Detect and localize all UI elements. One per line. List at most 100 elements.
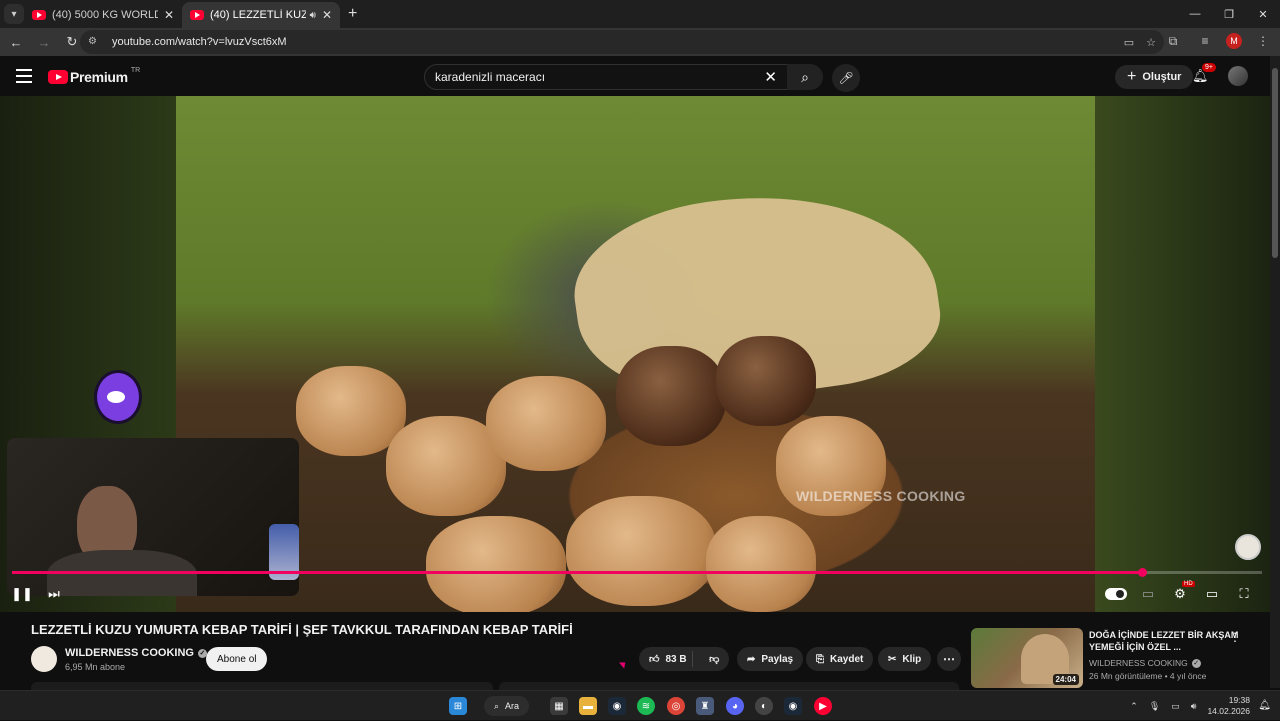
clear-search-icon[interactable]: ✕: [764, 68, 777, 86]
kebab-piece: [716, 336, 816, 426]
recommended-video[interactable]: 24:04 DOĞA İÇİNDE LEZZET BİR AKŞAM YEMEĞ…: [971, 628, 1261, 688]
youtube-app-icon[interactable]: ▶: [814, 697, 832, 715]
url-text[interactable]: youtube.com/watch?v=lvuzVsct6xM: [112, 36, 287, 48]
microphone-icon[interactable]: 🎙︎: [1149, 701, 1160, 712]
hamburger-menu-icon[interactable]: [16, 69, 32, 83]
browser-tab-1[interactable]: (40) 5000 KG WORLD BIGGEST ✕: [24, 2, 182, 28]
chrome-icon[interactable]: ◎: [667, 697, 685, 715]
create-button[interactable]: + Oluştur: [1115, 65, 1194, 89]
thumbs-up-icon: 👍︎: [649, 654, 660, 665]
browser-tab-2[interactable]: (40) LEZZETLİ KUZU YUMURT 🔊︎ ✕: [182, 2, 340, 28]
page-scrollbar[interactable]: [1270, 56, 1280, 688]
comments-box[interactable]: [499, 682, 959, 690]
subscribe-button[interactable]: Abone ol: [206, 647, 268, 671]
close-tab-icon[interactable]: ✕: [322, 8, 332, 22]
game-app-icon[interactable]: ♜: [696, 697, 714, 715]
bookmark-star-icon[interactable]: ☆: [1146, 36, 1156, 49]
kebab-piece: [616, 346, 726, 446]
mouse-cursor-icon: [619, 659, 628, 669]
clip-button[interactable]: ✂︎ Klip: [878, 647, 932, 671]
autoplay-toggle[interactable]: [1104, 584, 1128, 604]
dislike-button[interactable]: 👎︎: [699, 653, 729, 665]
notification-count-badge: 9+: [1202, 63, 1216, 72]
close-window-icon[interactable]: ✕: [1246, 0, 1280, 28]
recommended-title[interactable]: DOĞA İÇİNDE LEZZET BİR AKŞAM YEMEĞİ İÇİN…: [1089, 629, 1239, 653]
extensions-icon[interactable]: ⧉: [1162, 30, 1184, 52]
minimize-icon[interactable]: —: [1178, 0, 1212, 28]
spotify-icon[interactable]: ≋: [637, 697, 655, 715]
channel-watermark-badge[interactable]: [1235, 534, 1261, 560]
youtube-masthead: Premium TR karadenizli maceracı ✕ ⌕ 🎤︎ +…: [0, 56, 1270, 96]
new-tab-icon[interactable]: +: [348, 5, 357, 23]
clock[interactable]: 19:38 14.02.2026: [1207, 695, 1250, 717]
notification-center-icon[interactable]: 🔔︎: [1258, 700, 1271, 711]
channel-avatar[interactable]: [31, 646, 57, 672]
reading-list-icon[interactable]: ≡: [1194, 30, 1216, 52]
video-title: LEZZETLİ KUZU YUMURTA KEBAP TARİFİ | ŞEF…: [31, 622, 573, 637]
forward-arrow-icon[interactable]: →: [32, 30, 56, 54]
recommended-channel[interactable]: WILDERNESS COOKING ✓: [1089, 658, 1201, 669]
voice-search-mic-icon[interactable]: 🎤︎: [832, 64, 860, 92]
search-input[interactable]: karadenizli maceracı ✕: [424, 64, 788, 90]
theater-mode-icon[interactable]: ▭: [1202, 584, 1222, 604]
notifications-bell-icon[interactable]: 🔔︎ 9+: [1192, 63, 1216, 84]
discord-icon[interactable]: ◕: [726, 697, 744, 715]
logo-region: TR: [130, 66, 141, 74]
description-box[interactable]: [31, 682, 493, 690]
file-explorer-icon[interactable]: ▬: [579, 697, 597, 715]
store-icon[interactable]: ▦: [550, 697, 568, 715]
network-icon[interactable]: ▭: [1171, 701, 1180, 712]
address-bar[interactable]: ⚙︎ youtube.com/watch?v=lvuzVsct6xM ▭ ☆: [80, 30, 1164, 54]
volume-icon[interactable]: 🔊︎: [1191, 701, 1197, 712]
window-controls: — ❐ ✕: [1178, 0, 1280, 28]
share-button[interactable]: ➦ Paylaş: [737, 647, 804, 671]
logo-word: Premium: [70, 69, 128, 85]
steam-icon[interactable]: ◉: [608, 697, 626, 715]
verified-check-icon: ✓: [1191, 659, 1201, 669]
channel-name-text[interactable]: WILDERNESS COOKING: [65, 647, 194, 659]
speaker-icon[interactable]: 🔊︎: [310, 10, 316, 21]
scrollbar-thumb[interactable]: [1272, 68, 1278, 258]
youtube-favicon-icon: [190, 10, 204, 20]
windows-start-icon[interactable]: ⊞: [449, 697, 467, 715]
video-player[interactable]: WILDERNESS COOKING ❚❚ ⏭︎ ▭ ⚙︎ HD ▭ ⛶: [0, 96, 1270, 612]
cast-icon[interactable]: ▭: [1124, 36, 1134, 49]
video-frame[interactable]: [176, 96, 1095, 612]
recommended-menu-icon[interactable]: ⋮: [1229, 630, 1241, 644]
taskbar-search[interactable]: ⌕ Ara: [484, 696, 530, 716]
account-avatar[interactable]: [1228, 66, 1248, 86]
search-query[interactable]: karadenizli maceracı: [435, 70, 545, 84]
restore-icon[interactable]: ❐: [1212, 0, 1246, 28]
chrome-menu-icon[interactable]: ⋮: [1252, 30, 1274, 52]
tab-search-menu-icon[interactable]: ▾: [4, 4, 24, 24]
profile-avatar-icon[interactable]: M: [1226, 33, 1242, 49]
steam-2-icon[interactable]: ◉: [784, 697, 802, 715]
player-controls: ❚❚ ⏭︎ ▭ ⚙︎ HD ▭ ⛶: [0, 581, 1270, 606]
fullscreen-icon[interactable]: ⛶: [1234, 584, 1254, 604]
save-button[interactable]: ⎘ Kaydet: [806, 647, 874, 671]
search-button[interactable]: ⌕: [787, 64, 823, 90]
clock-time: 19:38: [1228, 695, 1250, 705]
recommended-channel-text[interactable]: WILDERNESS COOKING: [1089, 658, 1188, 668]
settings-gear-icon[interactable]: ⚙︎ HD: [1170, 581, 1195, 604]
share-label: Paylaş: [761, 653, 794, 665]
next-icon[interactable]: ⏭︎: [46, 584, 62, 604]
like-button[interactable]: 👍︎ 83 B: [639, 651, 694, 667]
app-icon[interactable]: ◐: [755, 697, 773, 715]
create-label: Oluştur: [1142, 71, 1182, 83]
close-tab-icon[interactable]: ✕: [164, 8, 174, 22]
youtube-play-logo-icon: [48, 70, 68, 84]
seek-bar[interactable]: [12, 568, 1262, 577]
youtube-logo[interactable]: Premium TR: [48, 66, 141, 85]
pause-icon[interactable]: ❚❚: [11, 584, 33, 604]
seek-bar-scrubber[interactable]: [1138, 568, 1147, 577]
more-actions-icon[interactable]: ⋯: [937, 647, 961, 671]
back-arrow-icon[interactable]: ←: [4, 30, 28, 54]
tray-chevron-icon[interactable]: ⌃: [1130, 701, 1138, 712]
site-info-icon[interactable]: ⚙︎: [88, 36, 102, 48]
clock-date: 14.02.2026: [1207, 706, 1250, 716]
recommended-thumbnail[interactable]: 24:04: [971, 628, 1083, 688]
subtitles-icon[interactable]: ▭: [1138, 584, 1158, 604]
clip-label: Klip: [902, 653, 922, 665]
channel-name[interactable]: WILDERNESS COOKING ✓: [65, 647, 207, 659]
